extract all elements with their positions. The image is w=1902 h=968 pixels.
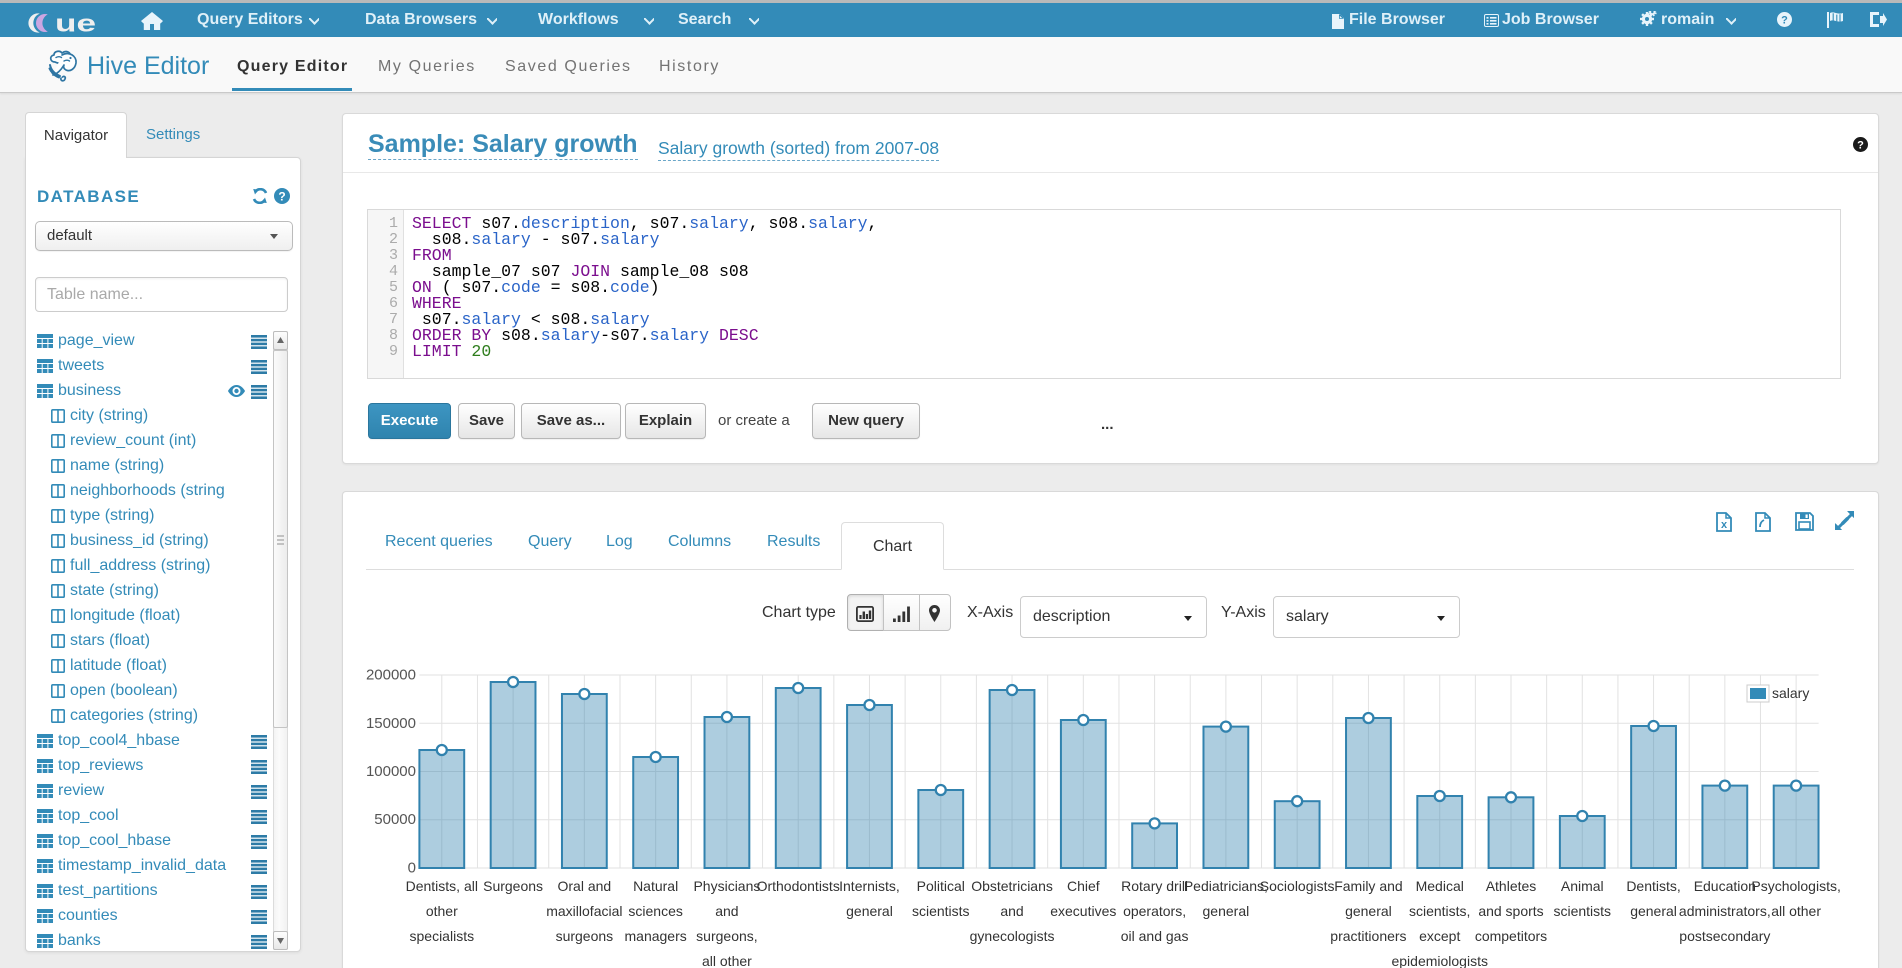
svg-text:general: general: [1203, 903, 1250, 919]
svg-text:gynecologists: gynecologists: [970, 928, 1055, 944]
svg-text:Orthodontists: Orthodontists: [757, 878, 840, 894]
svg-text:50000: 50000: [374, 811, 416, 828]
svg-text:?: ?: [278, 190, 285, 204]
svg-text:general: general: [1345, 903, 1392, 919]
svg-text:Internists,: Internists,: [839, 878, 900, 894]
svg-text:Animal: Animal: [1561, 878, 1604, 894]
svg-text:ue: ue: [55, 13, 96, 34]
svg-text:Surgeons: Surgeons: [483, 878, 543, 894]
svg-text:scientists: scientists: [1553, 903, 1611, 919]
svg-text:Political: Political: [917, 878, 965, 894]
svg-text:other: other: [426, 903, 458, 919]
svg-text:sciences: sciences: [628, 903, 682, 919]
svg-text:scientists,: scientists,: [1409, 903, 1470, 919]
svg-text:practitioners: practitioners: [1330, 928, 1406, 944]
svg-text:Dentists,: Dentists,: [1626, 878, 1680, 894]
svg-text:executives: executives: [1050, 903, 1116, 919]
svg-text:150000: 150000: [366, 715, 416, 732]
svg-text:specialists: specialists: [410, 928, 475, 944]
svg-text:Chief: Chief: [1067, 878, 1100, 894]
svg-text:general: general: [846, 903, 893, 919]
svg-text:Education: Education: [1694, 878, 1756, 894]
svg-text:100000: 100000: [366, 763, 416, 780]
svg-text:Family and: Family and: [1334, 878, 1402, 894]
svg-text:surgeons: surgeons: [556, 928, 614, 944]
svg-text:epidemiologists: epidemiologists: [1391, 953, 1488, 968]
svg-text:except: except: [1419, 928, 1460, 944]
svg-text:Psychologists,: Psychologists,: [1751, 878, 1840, 894]
svg-text:Rotary drill: Rotary drill: [1121, 878, 1188, 894]
svg-text:Athletes: Athletes: [1486, 878, 1537, 894]
svg-text:scientists: scientists: [912, 903, 970, 919]
svg-text:Obstetricians: Obstetricians: [971, 878, 1053, 894]
svg-text:oil and gas: oil and gas: [1121, 928, 1189, 944]
svg-text:Physicians: Physicians: [693, 878, 760, 894]
svg-text:?: ?: [1857, 140, 1864, 152]
svg-text:managers: managers: [625, 928, 687, 944]
svg-text:and: and: [715, 903, 738, 919]
svg-text:administrators,: administrators,: [1679, 903, 1771, 919]
svg-text:competitors: competitors: [1475, 928, 1547, 944]
svg-text:200000: 200000: [366, 667, 416, 684]
svg-text:surgeons,: surgeons,: [696, 928, 757, 944]
svg-text:all other: all other: [1771, 903, 1821, 919]
svg-text:operators,: operators,: [1123, 903, 1186, 919]
svg-text:and sports: and sports: [1478, 903, 1543, 919]
svg-text:salary: salary: [1772, 685, 1809, 701]
svg-text:all other: all other: [702, 953, 752, 968]
svg-text:Sociologists: Sociologists: [1260, 878, 1335, 894]
svg-text:maxillofacial: maxillofacial: [546, 903, 622, 919]
svg-text:Oral and: Oral and: [558, 878, 612, 894]
svg-text:Pediatricians,: Pediatricians,: [1184, 878, 1268, 894]
svg-text:general: general: [1630, 903, 1677, 919]
svg-text:postsecondary: postsecondary: [1679, 928, 1770, 944]
svg-text:Natural: Natural: [633, 878, 678, 894]
svg-text:0: 0: [408, 860, 416, 877]
svg-text:Medical: Medical: [1416, 878, 1464, 894]
svg-text:?: ?: [1781, 15, 1788, 27]
svg-text:Dentists, all: Dentists, all: [406, 878, 478, 894]
svg-text:x: x: [1721, 519, 1728, 531]
svg-text:and: and: [1000, 903, 1023, 919]
